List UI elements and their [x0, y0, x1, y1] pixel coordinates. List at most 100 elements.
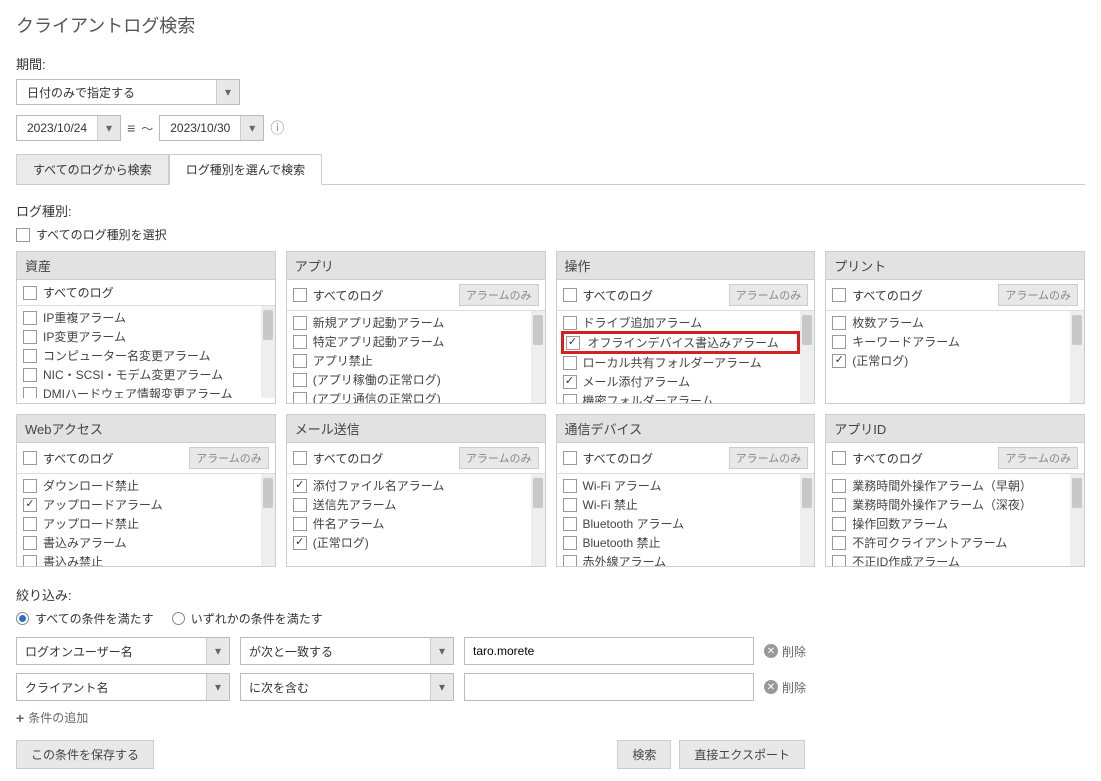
- log-type-item[interactable]: 新規アプリ起動アラーム: [291, 313, 531, 332]
- category-all-checkbox[interactable]: [563, 451, 577, 465]
- list-icon[interactable]: ≡: [127, 120, 135, 136]
- log-type-item[interactable]: DMIハードウェア情報変更アラーム: [21, 384, 261, 398]
- item-checkbox[interactable]: [293, 373, 307, 387]
- chevron-down-icon[interactable]: ▾: [207, 674, 229, 700]
- scrollbar[interactable]: [531, 474, 545, 566]
- category-all-checkbox[interactable]: [832, 288, 846, 302]
- scrollbar[interactable]: [261, 474, 275, 566]
- log-type-item[interactable]: 不正ID作成アラーム: [830, 552, 1070, 566]
- log-type-item[interactable]: アップロード禁止: [21, 514, 261, 533]
- search-button[interactable]: 検索: [617, 740, 671, 769]
- log-type-item[interactable]: 枚数アラーム: [830, 313, 1070, 332]
- scrollbar-thumb[interactable]: [802, 315, 812, 345]
- alarm-only-button[interactable]: アラームのみ: [729, 447, 809, 469]
- alarm-only-button[interactable]: アラームのみ: [998, 284, 1078, 306]
- item-checkbox[interactable]: [23, 368, 37, 382]
- item-checkbox[interactable]: [293, 316, 307, 330]
- item-checkbox[interactable]: [293, 354, 307, 368]
- radio-any-condition[interactable]: [172, 612, 185, 625]
- item-checkbox[interactable]: [23, 479, 37, 493]
- log-type-item[interactable]: 書込み禁止: [21, 552, 261, 566]
- item-checkbox[interactable]: [23, 387, 37, 399]
- item-checkbox[interactable]: [563, 316, 577, 330]
- item-checkbox[interactable]: [832, 354, 846, 368]
- log-type-item[interactable]: NIC・SCSI・モデム変更アラーム: [21, 365, 261, 384]
- log-type-item[interactable]: コンピューター名変更アラーム: [21, 346, 261, 365]
- filter-field-select[interactable]: クライアント名▾: [16, 673, 230, 701]
- item-checkbox[interactable]: [23, 349, 37, 363]
- item-checkbox[interactable]: [23, 555, 37, 567]
- item-checkbox[interactable]: [23, 498, 37, 512]
- log-type-item[interactable]: (アプリ稼働の正常ログ): [291, 370, 531, 389]
- scrollbar[interactable]: [1070, 474, 1084, 566]
- log-type-item[interactable]: Bluetooth アラーム: [561, 514, 801, 533]
- item-checkbox[interactable]: [23, 311, 37, 325]
- item-checkbox[interactable]: [563, 394, 577, 404]
- tab-all-logs[interactable]: すべてのログから検索: [16, 154, 169, 185]
- item-checkbox[interactable]: [832, 316, 846, 330]
- log-type-item[interactable]: ローカル共有フォルダーアラーム: [561, 353, 801, 372]
- radio-all-conditions[interactable]: [16, 612, 29, 625]
- chevron-down-icon[interactable]: ▾: [431, 638, 453, 664]
- scrollbar[interactable]: [261, 306, 275, 398]
- alarm-only-button[interactable]: アラームのみ: [189, 447, 269, 469]
- filter-op-select[interactable]: が次と一致する▾: [240, 637, 454, 665]
- scrollbar[interactable]: [531, 311, 545, 403]
- scrollbar-thumb[interactable]: [1072, 478, 1082, 508]
- item-checkbox[interactable]: [832, 555, 846, 567]
- item-checkbox[interactable]: [832, 335, 846, 349]
- log-type-item[interactable]: ダウンロード禁止: [21, 476, 261, 495]
- item-checkbox[interactable]: [832, 536, 846, 550]
- log-type-item[interactable]: Bluetooth 禁止: [561, 533, 801, 552]
- filter-value-input[interactable]: [464, 673, 754, 701]
- item-checkbox[interactable]: [293, 392, 307, 404]
- log-type-item[interactable]: メール添付アラーム: [561, 372, 801, 391]
- item-checkbox[interactable]: [293, 335, 307, 349]
- scrollbar-thumb[interactable]: [263, 478, 273, 508]
- export-button[interactable]: 直接エクスポート: [679, 740, 805, 769]
- log-type-item[interactable]: IP変更アラーム: [21, 327, 261, 346]
- scrollbar-thumb[interactable]: [802, 478, 812, 508]
- scrollbar-thumb[interactable]: [533, 315, 543, 345]
- log-type-item[interactable]: 業務時間外操作アラーム（深夜）: [830, 495, 1070, 514]
- select-all-checkbox[interactable]: [16, 228, 30, 242]
- log-type-item[interactable]: 添付ファイル名アラーム: [291, 476, 531, 495]
- alarm-only-button[interactable]: アラームのみ: [459, 284, 539, 306]
- item-checkbox[interactable]: [293, 479, 307, 493]
- log-type-item[interactable]: 赤外線アラーム: [561, 552, 801, 566]
- item-checkbox[interactable]: [563, 479, 577, 493]
- delete-filter-button[interactable]: ✕削除: [764, 643, 806, 660]
- item-checkbox[interactable]: [832, 479, 846, 493]
- date-to-select[interactable]: 2023/10/30 ▾: [159, 115, 264, 141]
- log-type-item[interactable]: アップロードアラーム: [21, 495, 261, 514]
- item-checkbox[interactable]: [563, 517, 577, 531]
- chevron-down-icon[interactable]: ▾: [98, 116, 120, 140]
- log-type-item[interactable]: 機密フォルダーアラーム: [561, 391, 801, 403]
- save-conditions-button[interactable]: この条件を保存する: [16, 740, 154, 769]
- item-checkbox[interactable]: [563, 356, 577, 370]
- log-type-item[interactable]: (正常ログ): [291, 533, 531, 552]
- date-from-select[interactable]: 2023/10/24 ▾: [16, 115, 121, 141]
- category-all-checkbox[interactable]: [293, 288, 307, 302]
- category-all-checkbox[interactable]: [293, 451, 307, 465]
- scrollbar-thumb[interactable]: [1072, 315, 1082, 345]
- log-type-item[interactable]: (アプリ通信の正常ログ): [291, 389, 531, 403]
- category-all-checkbox[interactable]: [832, 451, 846, 465]
- delete-filter-button[interactable]: ✕削除: [764, 679, 806, 696]
- filter-op-select[interactable]: に次を含む▾: [240, 673, 454, 701]
- category-all-checkbox[interactable]: [23, 451, 37, 465]
- filter-field-select[interactable]: ログオンユーザー名▾: [16, 637, 230, 665]
- log-type-item[interactable]: (正常ログ): [830, 351, 1070, 370]
- log-type-item[interactable]: 特定アプリ起動アラーム: [291, 332, 531, 351]
- log-type-item[interactable]: Wi-Fi 禁止: [561, 495, 801, 514]
- scrollbar[interactable]: [1070, 311, 1084, 403]
- log-type-item[interactable]: キーワードアラーム: [830, 332, 1070, 351]
- log-type-item[interactable]: 不許可クライアントアラーム: [830, 533, 1070, 552]
- chevron-down-icon[interactable]: ▾: [217, 80, 239, 104]
- alarm-only-button[interactable]: アラームのみ: [459, 447, 539, 469]
- item-checkbox[interactable]: [566, 336, 580, 350]
- item-checkbox[interactable]: [23, 517, 37, 531]
- item-checkbox[interactable]: [832, 517, 846, 531]
- filter-value-input[interactable]: [464, 637, 754, 665]
- scrollbar[interactable]: [800, 474, 814, 566]
